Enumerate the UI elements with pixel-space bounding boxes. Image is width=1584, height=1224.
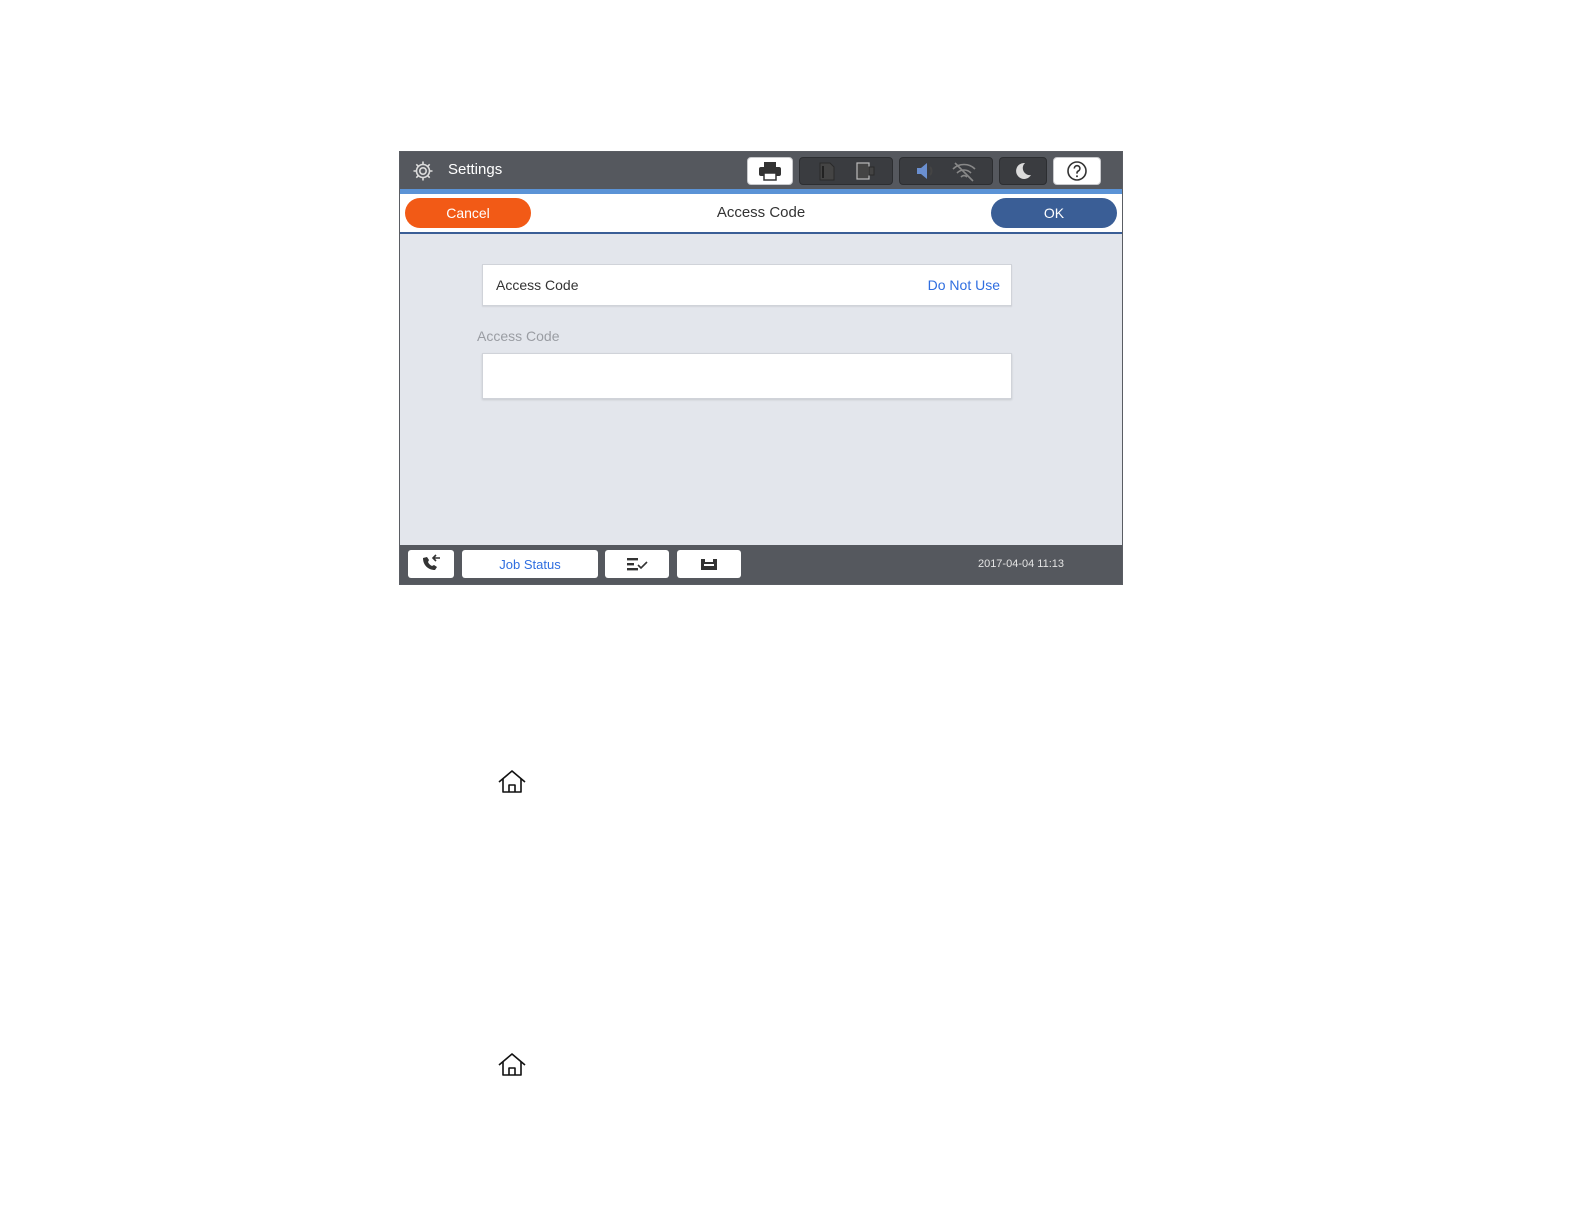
printer-screen: Settings Cancel Access Code OK Access Co… bbox=[399, 151, 1123, 585]
sleep-moon-icon bbox=[1016, 162, 1031, 179]
screen-header: Cancel Access Code OK bbox=[400, 194, 1122, 234]
wifi-off-icon bbox=[952, 162, 976, 182]
connection-status-group[interactable] bbox=[899, 157, 993, 185]
printer-icon bbox=[759, 162, 781, 181]
help-icon bbox=[1067, 161, 1087, 181]
datetime-display: 2017-04-04 11:13 bbox=[977, 558, 1064, 570]
ok-button[interactable]: OK bbox=[991, 198, 1117, 228]
top-status-bar: Settings bbox=[400, 152, 1122, 189]
access-code-setting-row[interactable]: Access Code Do Not Use bbox=[482, 264, 1012, 306]
fax-icon bbox=[423, 554, 440, 570]
tray-button[interactable] bbox=[677, 550, 741, 578]
setting-value: Do Not Use bbox=[927, 277, 1000, 293]
job-status-button[interactable]: Job Status bbox=[462, 550, 598, 578]
setting-label: Access Code bbox=[496, 277, 579, 293]
screen-title: Settings bbox=[448, 161, 503, 178]
job-list-icon bbox=[627, 558, 648, 571]
media-status-group[interactable] bbox=[799, 157, 893, 185]
access-code-field-label: Access Code bbox=[477, 328, 560, 344]
memory-device-icon bbox=[856, 162, 875, 180]
tray-icon bbox=[701, 559, 717, 570]
bottom-status-bar: Job Status 2017-04-04 11:13 bbox=[400, 545, 1122, 584]
page: Settings Cancel Access Code OK Access Co… bbox=[0, 0, 1584, 1224]
job-list-button[interactable] bbox=[605, 550, 669, 578]
speaker-icon bbox=[917, 163, 933, 179]
gear-icon bbox=[413, 161, 433, 181]
help-button[interactable] bbox=[1053, 157, 1101, 185]
home-icon bbox=[498, 1053, 526, 1076]
home-icon bbox=[498, 770, 526, 793]
sd-card-icon bbox=[819, 162, 835, 181]
printer-status-button[interactable] bbox=[747, 157, 793, 185]
access-code-input[interactable] bbox=[482, 353, 1012, 399]
job-status-label: Job Status bbox=[499, 556, 561, 572]
sleep-button[interactable] bbox=[999, 157, 1047, 185]
fax-button[interactable] bbox=[408, 550, 454, 578]
